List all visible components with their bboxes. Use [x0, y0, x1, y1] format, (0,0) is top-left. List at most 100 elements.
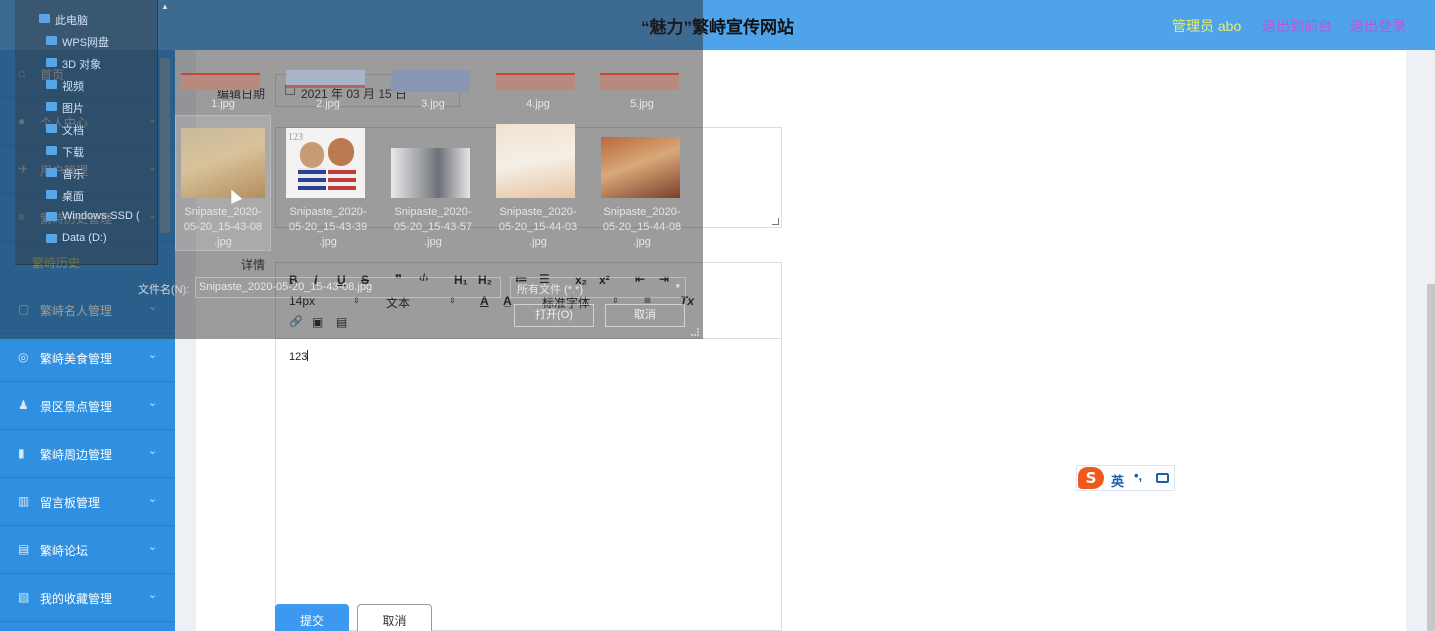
filetype-select[interactable]: 所有文件 (*.*) ▾ [510, 277, 686, 298]
file-thumbnail[interactable] [391, 70, 470, 92]
admin-name[interactable]: 管理员 abo [1172, 16, 1241, 36]
folder-tree-label: Windows-SSD ( [62, 210, 140, 222]
chevron-down-icon: ⌄ [148, 541, 158, 553]
sidebar-item[interactable]: ▧ 我的收藏管理 ⌄ [0, 574, 175, 622]
person-icon: ♟ [18, 398, 29, 412]
folder-icon [46, 36, 57, 45]
cancel-button[interactable]: 取消 [357, 604, 432, 631]
text-caret [307, 350, 309, 361]
file-name: 3.jpg [421, 98, 445, 110]
file-name: 5.jpg [630, 98, 654, 110]
folder-icon [46, 102, 57, 111]
sidebar-item-label: 景区景点管理 [40, 400, 113, 414]
chevron-down-icon: ⌄ [148, 589, 158, 601]
clipboard-icon: ▤ [18, 542, 30, 556]
sidebar-item-label: 繁峙论坛 [40, 544, 89, 558]
folder-icon [46, 80, 57, 89]
page-scrollbar[interactable] [1427, 284, 1435, 631]
filename-input[interactable]: Snipaste_2020-05-20_15-43-08.jpg [195, 277, 501, 298]
file-thumbnail[interactable] [600, 73, 679, 90]
folder-icon [46, 234, 57, 243]
to-frontend-link[interactable]: 退出到前台 [1262, 16, 1332, 36]
file-name: Snipaste_2020- [603, 206, 681, 218]
folder-tree-label: 桌面 [62, 191, 84, 203]
file-name: Snipaste_2020- [289, 206, 367, 218]
collect-icon: ▧ [18, 590, 30, 604]
scroll-up-icon[interactable]: ▲ [161, 2, 169, 11]
folder-tree[interactable]: ▲ 此电脑 WPS网盘 3D 对象 视频 图片 文档 下载 音乐 桌面 Windows-SSD (… [15, 0, 170, 265]
sidebar-item-label: 留言板管理 [40, 496, 101, 510]
chevron-down-icon: ⌄ [148, 493, 158, 505]
file-name: 2.jpg [316, 98, 340, 110]
file-name: .jpg [319, 236, 337, 248]
folder-tree-label: 3D 对象 [62, 59, 102, 71]
file-name: Snipaste_2020- [394, 206, 472, 218]
resize-grip-icon[interactable] [772, 218, 779, 225]
tree-scrollbar[interactable] [160, 58, 170, 233]
folder-tree-label: 图片 [62, 103, 84, 115]
file-name: .jpg [529, 236, 547, 248]
file-name: .jpg [424, 236, 442, 248]
sidebar-item-label: 繁峙周边管理 [40, 448, 113, 462]
folder-tree-label: 音乐 [62, 169, 84, 181]
file-name: 05-20_15-44-08 [602, 221, 682, 233]
dialog-resize-grip-icon[interactable] [691, 328, 699, 336]
sogou-logo-icon: S [1078, 467, 1104, 489]
ime-language-toggle[interactable]: 英 [1111, 471, 1124, 490]
sidebar-item-label: 繁峙美食管理 [40, 352, 113, 366]
chevron-down-icon: ▾ [675, 281, 680, 291]
grey-cat-thumbnail[interactable] [391, 148, 470, 198]
folder-tree-label: 下载 [62, 147, 84, 159]
sidebar-item[interactable]: ▮ 繁峙周边管理 ⌄ [0, 430, 175, 478]
file-thumbnail[interactable] [181, 73, 260, 90]
folder-icon [46, 168, 57, 177]
logout-link[interactable]: 退出登录 [1350, 16, 1406, 36]
ime-toolbar[interactable]: S 英 •, [1076, 465, 1175, 491]
ime-punctuation-toggle[interactable]: •, [1134, 468, 1142, 483]
dialog-cancel-button[interactable]: 取消 [605, 304, 685, 327]
folder-icon [39, 14, 50, 23]
folder-icon [46, 212, 57, 221]
filename-value: Snipaste_2020-05-20_15-43-08.jpg [199, 281, 373, 293]
tablet-icon: ▮ [18, 446, 25, 460]
folder-tree-label: WPS网盘 [62, 37, 110, 49]
thumbnail-overlay-text: 123 [288, 132, 303, 143]
sidebar-item[interactable]: ♟ 景区景点管理 ⌄ [0, 382, 175, 430]
sidebar-item[interactable]: ▥ 留言板管理 ⌄ [0, 478, 175, 526]
keyboard-icon[interactable] [1156, 473, 1169, 483]
poodles-thumbnail[interactable]: 123 [286, 128, 365, 198]
christmas-cat-thumbnail[interactable] [601, 137, 680, 198]
food-icon: ◎ [18, 350, 29, 364]
editor-content[interactable]: 123 [289, 350, 309, 363]
white-cat-thumbnail[interactable] [496, 124, 575, 198]
file-name: Snipaste_2020- [184, 206, 262, 218]
file-name: 05-20_15-43-57 [393, 221, 473, 233]
file-thumbnail[interactable] [496, 73, 575, 90]
golden-retriever-thumbnail[interactable] [181, 128, 265, 198]
filetype-value: 所有文件 (*.*) [517, 284, 583, 296]
sidebar-item-label: 我的收藏管理 [40, 592, 113, 606]
folder-icon [46, 124, 57, 133]
folder-tree-label: Data (D:) [62, 232, 107, 244]
sidebar-item[interactable]: ◎ 繁峙美食管理 ⌄ [0, 334, 175, 382]
folder-tree-label: 此电脑 [55, 15, 88, 27]
folder-icon [46, 190, 57, 199]
sidebar-item[interactable]: ▤ 繁峙论坛 ⌄ [0, 526, 175, 574]
folder-tree-label: 视频 [62, 81, 84, 93]
submit-button[interactable]: 提交 [275, 604, 349, 631]
chevron-down-icon: ⌄ [148, 349, 158, 361]
file-name: 1.jpg [211, 98, 235, 110]
open-button[interactable]: 打开(O) [514, 304, 594, 327]
chevron-down-icon: ⌄ [148, 445, 158, 457]
editor-text: 123 [289, 351, 308, 363]
file-name: 05-20_15-43-08 [183, 221, 263, 233]
file-name: Snipaste_2020- [499, 206, 577, 218]
chart-icon: ▥ [18, 494, 30, 508]
file-name: .jpg [633, 236, 651, 248]
file-name: .jpg [214, 236, 232, 248]
file-thumbnail[interactable] [286, 70, 365, 88]
file-name: 05-20_15-43-39 [288, 221, 368, 233]
file-open-dialog: ▲ 此电脑 WPS网盘 3D 对象 视频 图片 文档 下载 音乐 桌面 Windows-SSD (… [0, 0, 703, 339]
folder-icon [46, 146, 57, 155]
chevron-down-icon: ⌄ [148, 397, 158, 409]
